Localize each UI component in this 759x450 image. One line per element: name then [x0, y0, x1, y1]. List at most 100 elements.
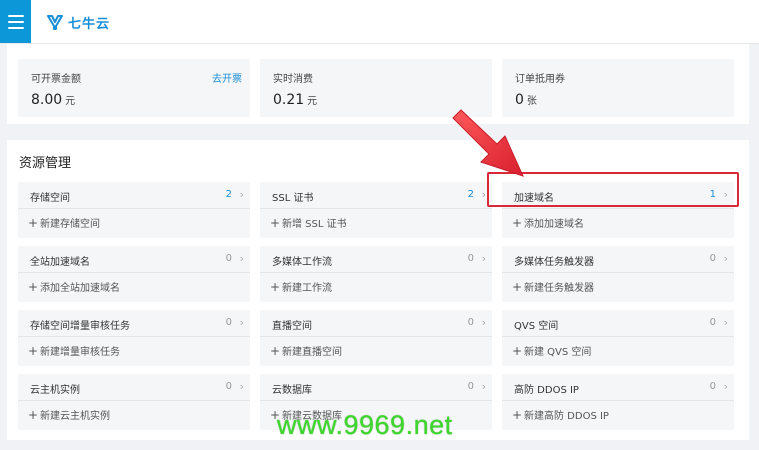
- resource-name: 云数据库: [272, 385, 312, 396]
- summary-invoice: 可开票金额 去开票 8.00 元: [18, 59, 250, 117]
- resource-item-cdn-domain: 加速域名 1 › + 添加加速域名: [502, 182, 734, 238]
- add-label: 新建存储空间: [40, 219, 100, 230]
- summary-value: 0张: [515, 92, 537, 108]
- resource-count: 1: [709, 189, 716, 200]
- resource-head[interactable]: 多媒体工作流 0 ›: [260, 246, 492, 273]
- add-label: 新建任务触发器: [524, 283, 594, 294]
- add-label: 添加加速域名: [524, 219, 584, 230]
- resource-item-media-trigger: 多媒体任务触发器 0 › + 新建任务触发器: [502, 246, 734, 302]
- resource-head[interactable]: 云数据库 0 ›: [260, 374, 492, 401]
- qiniu-logo-icon: [47, 15, 63, 30]
- chevron-right-icon: ›: [239, 188, 244, 201]
- add-resource-button[interactable]: + 新建 QVS 空间: [512, 343, 591, 358]
- section-title: 资源管理: [19, 156, 72, 171]
- coupon-count: 0: [515, 92, 524, 108]
- add-resource-button[interactable]: + 新建任务触发器: [512, 279, 594, 294]
- add-resource-button[interactable]: + 添加加速域名: [512, 215, 584, 230]
- hamburger-menu-icon[interactable]: [0, 0, 31, 43]
- realtime-amount: 0.21: [273, 92, 305, 108]
- red-arrow-icon: [452, 109, 524, 177]
- add-resource-button[interactable]: + 新建工作流: [270, 279, 332, 294]
- chevron-right-icon: ›: [481, 252, 486, 265]
- resource-item-storage: 存储空间 2 › + 新建存储空间: [18, 182, 250, 238]
- resource-count: 0: [709, 381, 716, 392]
- add-resource-button[interactable]: + 添加全站加速域名: [28, 279, 120, 294]
- resource-count: 0: [709, 317, 716, 328]
- chevron-right-icon: ›: [239, 380, 244, 393]
- resource-name: 加速域名: [514, 193, 554, 204]
- resource-name: 多媒体任务触发器: [514, 257, 594, 268]
- add-resource-button[interactable]: + 新增 SSL 证书: [270, 215, 347, 230]
- plus-icon: +: [270, 280, 281, 294]
- add-resource-button[interactable]: + 新建增量审核任务: [28, 343, 120, 358]
- resource-name: 全站加速域名: [30, 257, 90, 268]
- chevron-right-icon: ›: [239, 252, 244, 265]
- invoice-amount: 8.00: [31, 92, 63, 108]
- summary-label: 订单抵用券: [515, 74, 565, 85]
- summary-coupons: 订单抵用券 0张: [502, 59, 734, 117]
- resource-name: SSL 证书: [272, 193, 314, 204]
- resource-item-ssl: SSL 证书 2 › + 新增 SSL 证书: [260, 182, 492, 238]
- top-bar: 七牛云: [0, 0, 759, 44]
- chevron-right-icon: ›: [723, 316, 728, 329]
- add-label: 新增 SSL 证书: [282, 219, 347, 230]
- resource-name: 多媒体工作流: [272, 257, 332, 268]
- resource-head[interactable]: 高防 DDOS IP 0 ›: [502, 374, 734, 401]
- resource-management-card: 资源管理 存储空间 2 › + 新建存储空间 SSL 证书 2 › + 新增 SSL…: [7, 140, 749, 440]
- resource-item-cloud-host: 云主机实例 0 › + 新建云主机实例: [18, 374, 250, 430]
- resource-name: 存储空间增量审核任务: [30, 321, 130, 332]
- plus-icon: +: [512, 408, 523, 422]
- invoice-link[interactable]: 去开票: [212, 70, 242, 85]
- resource-item-live-space: 直播空间 0 › + 新建直播空间: [260, 310, 492, 366]
- chevron-right-icon: ›: [481, 316, 486, 329]
- resource-head[interactable]: 存储空间 2 ›: [18, 182, 250, 209]
- resource-head[interactable]: 云主机实例 0 ›: [18, 374, 250, 401]
- resource-item-dcdn-domain: 全站加速域名 0 › + 添加全站加速域名: [18, 246, 250, 302]
- resource-count: 2: [225, 189, 232, 200]
- add-label: 新建 QVS 空间: [524, 347, 592, 358]
- summary-value: 0.21 元: [273, 92, 317, 108]
- plus-icon: +: [28, 280, 39, 294]
- add-label: 新建高防 DDOS IP: [524, 411, 609, 422]
- plus-icon: +: [512, 344, 523, 358]
- add-label: 新建云主机实例: [40, 411, 110, 422]
- resource-count: 0: [225, 381, 232, 392]
- plus-icon: +: [512, 216, 523, 230]
- plus-icon: +: [270, 344, 281, 358]
- add-label: 新建直播空间: [282, 347, 342, 358]
- resource-item-media-workflow: 多媒体工作流 0 › + 新建工作流: [260, 246, 492, 302]
- summary-label: 实时消费: [273, 74, 313, 85]
- add-resource-button[interactable]: + 新建直播空间: [270, 343, 342, 358]
- chevron-right-icon: ›: [481, 380, 486, 393]
- resource-count: 0: [709, 253, 716, 264]
- plus-icon: +: [28, 344, 39, 358]
- chevron-right-icon: ›: [723, 188, 728, 201]
- summary-unit: 元: [65, 96, 76, 107]
- resource-head[interactable]: QVS 空间 0 ›: [502, 310, 734, 337]
- plus-icon: +: [512, 280, 523, 294]
- resource-head[interactable]: 存储空间增量审核任务 0 ›: [18, 310, 250, 337]
- add-label: 新建增量审核任务: [40, 347, 120, 358]
- resource-head[interactable]: 直播空间 0 ›: [260, 310, 492, 337]
- chevron-right-icon: ›: [723, 252, 728, 265]
- add-resource-button[interactable]: + 新建高防 DDOS IP: [512, 407, 609, 422]
- resource-count: 2: [467, 189, 474, 200]
- resource-head[interactable]: 加速域名 1 ›: [502, 182, 734, 209]
- summary-card: 可开票金额 去开票 8.00 元 实时消费 0.21 元 订单抵用券 0张: [7, 44, 749, 124]
- add-label: 添加全站加速域名: [40, 283, 120, 294]
- resource-head[interactable]: 全站加速域名 0 ›: [18, 246, 250, 273]
- add-resource-button[interactable]: + 新建云主机实例: [28, 407, 110, 422]
- summary-value: 8.00 元: [31, 92, 75, 108]
- resource-name: 直播空间: [272, 321, 312, 332]
- resource-head[interactable]: 多媒体任务触发器 0 ›: [502, 246, 734, 273]
- logo[interactable]: 七牛云: [46, 11, 110, 33]
- add-resource-button[interactable]: + 新建存储空间: [28, 215, 100, 230]
- resource-item-audit-task: 存储空间增量审核任务 0 › + 新建增量审核任务: [18, 310, 250, 366]
- resource-head[interactable]: SSL 证书 2 ›: [260, 182, 492, 209]
- plus-icon: +: [28, 216, 39, 230]
- chevron-right-icon: ›: [723, 380, 728, 393]
- resource-count: 0: [467, 253, 474, 264]
- resource-count: 0: [467, 381, 474, 392]
- resource-count: 0: [467, 317, 474, 328]
- resource-name: 高防 DDOS IP: [514, 385, 579, 396]
